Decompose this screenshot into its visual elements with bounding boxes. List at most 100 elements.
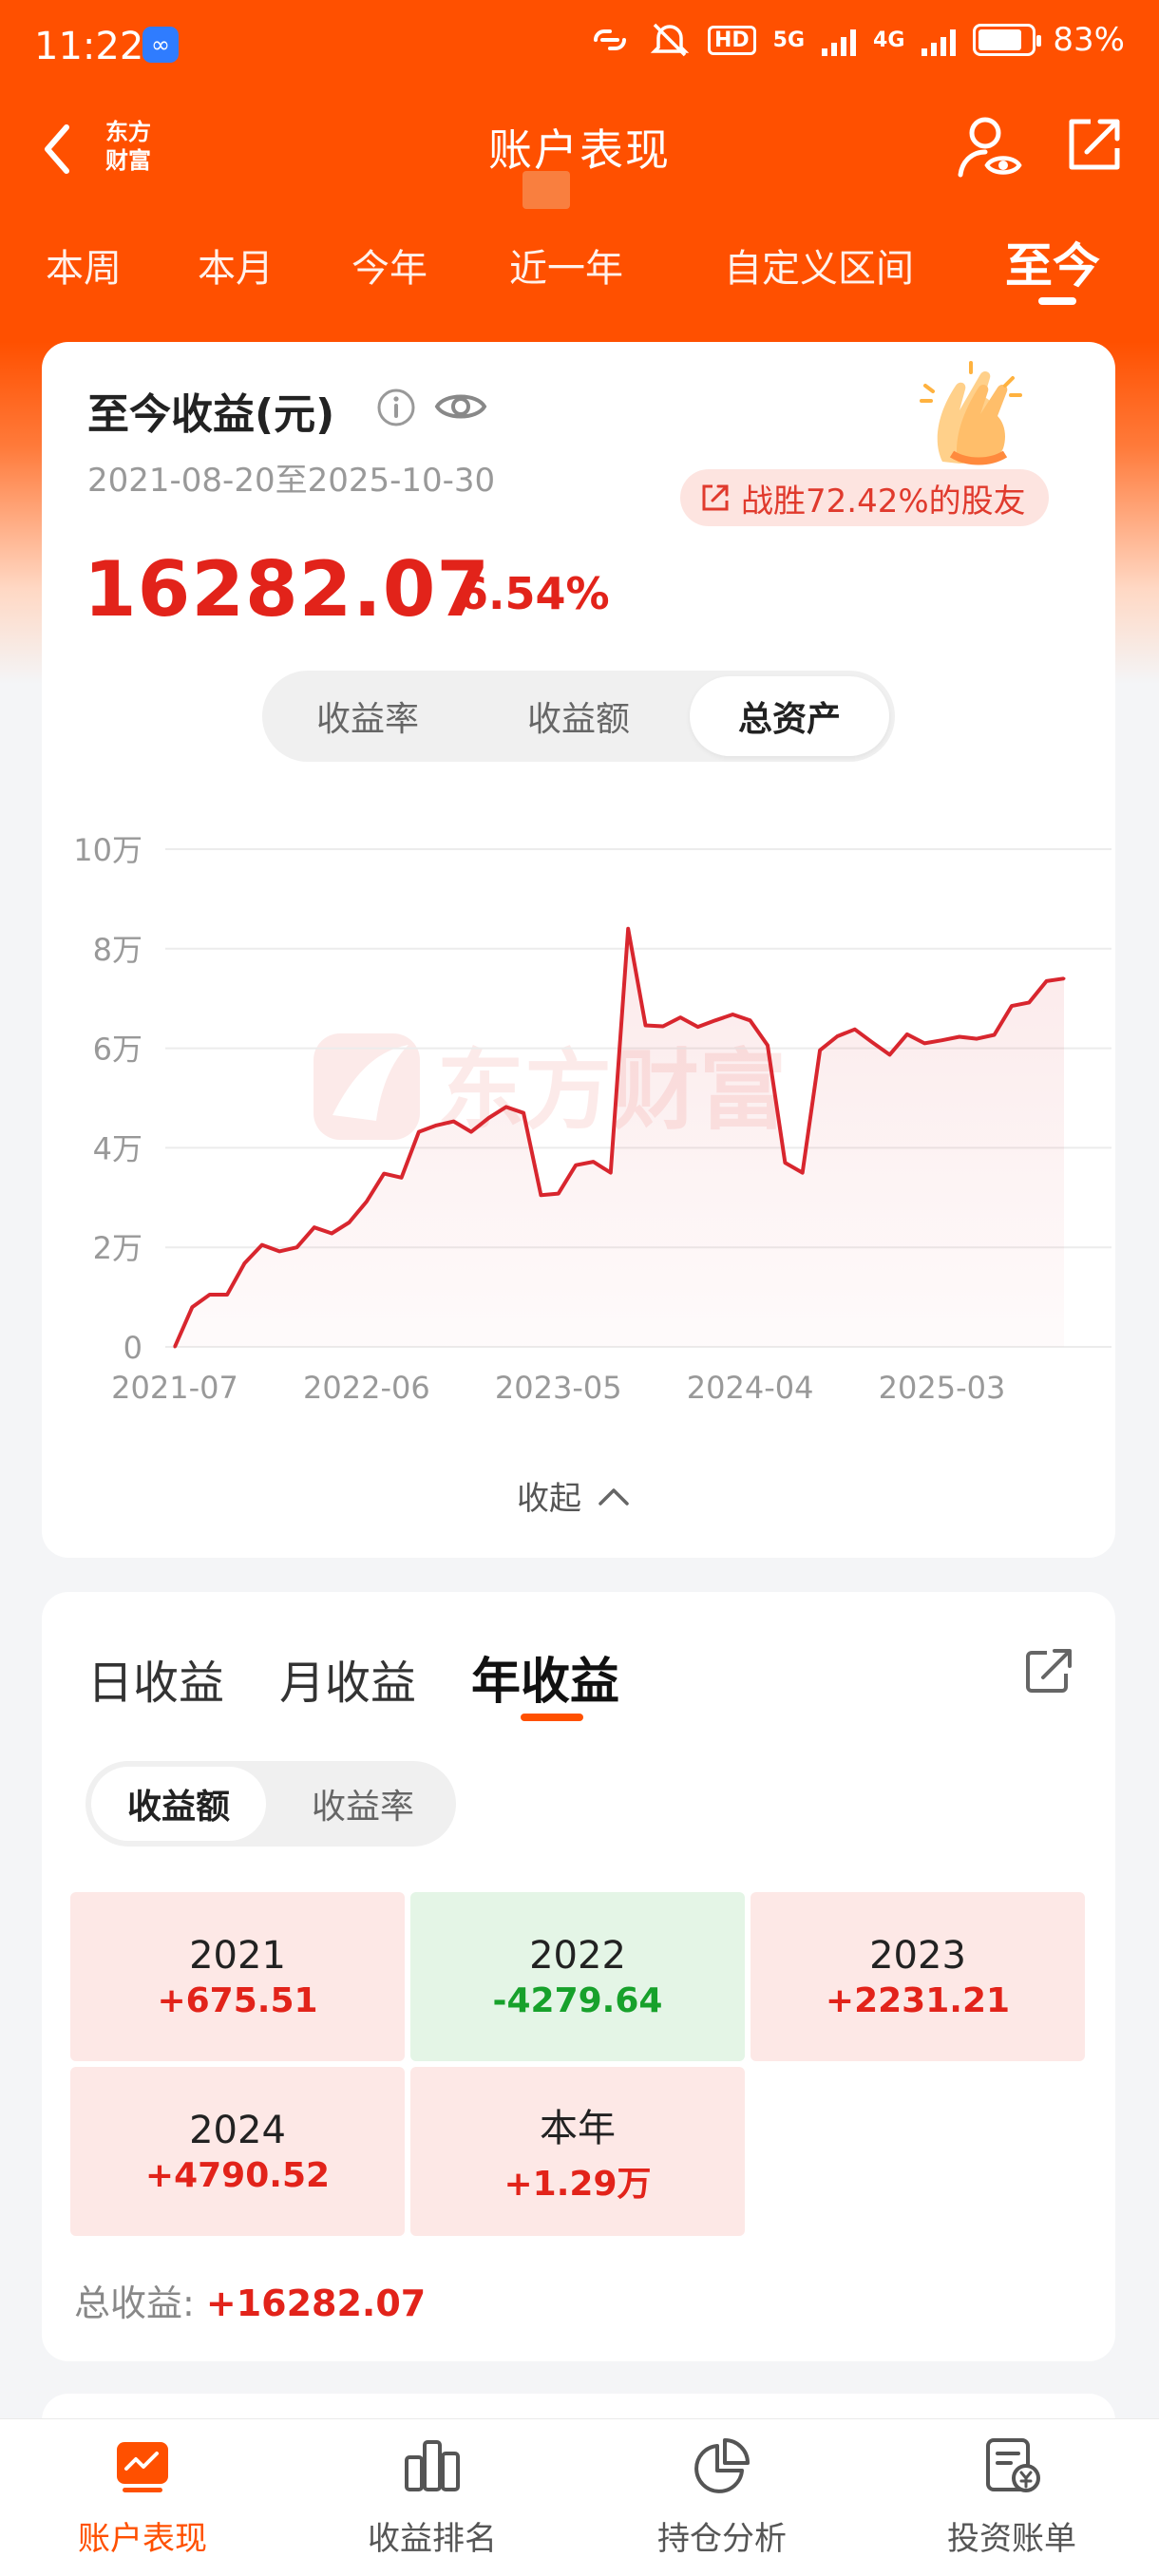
year-cell-2024[interactable]: 2024 +4790.52	[70, 2067, 405, 2236]
nav-investment-bill[interactable]: 投资账单	[869, 2433, 1154, 2559]
data-point	[557, 1192, 560, 1196]
data-point	[452, 1120, 456, 1124]
segment-total-assets[interactable]: 总资产	[690, 676, 889, 756]
data-point	[592, 1160, 595, 1164]
data-point	[905, 1032, 909, 1036]
year-value: +2231.21	[825, 1980, 1011, 2020]
asset-line-chart[interactable]: 0 2万 4万 6万 8万 10万 2021-07 2022-06 2023-05 2024-04…	[42, 798, 1115, 1406]
data-point	[400, 1176, 404, 1180]
y-tick-label: 6万	[93, 1032, 142, 1068]
tab-to-date[interactable]: 至今	[1005, 228, 1100, 296]
tab-yearly-return[interactable]: 年收益	[471, 1641, 619, 1713]
pie-chart-icon	[694, 2438, 750, 2493]
chevron-up-icon	[598, 1487, 629, 1506]
data-point	[295, 1245, 298, 1249]
data-point	[522, 1111, 525, 1115]
beat-percentage-badge[interactable]: 战胜72.42%的股友	[680, 469, 1049, 526]
data-point	[417, 1130, 421, 1134]
x-tick-label: 2023-05	[495, 1370, 622, 1406]
network-5g-label: 5G	[772, 28, 806, 52]
nav-return-ranking[interactable]: 收益排名	[290, 2433, 575, 2559]
data-point	[277, 1249, 281, 1253]
network-4g-label: 4G	[873, 28, 905, 52]
data-point	[626, 927, 630, 931]
data-point	[260, 1243, 264, 1247]
data-point	[975, 1037, 978, 1041]
data-point	[539, 1193, 542, 1197]
periodic-returns-card: 日收益 月收益 年收益 收益额 收益率 2021 +675.51 2022 -4…	[42, 1592, 1115, 2361]
clapping-hands-icon	[920, 361, 1022, 465]
total-profit-amount: 16282.07	[84, 545, 491, 634]
total-profit-rate: 6.54%	[458, 568, 610, 619]
data-point	[313, 1225, 316, 1229]
total-return-value: +16282.07	[205, 2282, 427, 2324]
x-tick-label: 2021-07	[111, 1370, 238, 1406]
data-point	[661, 1025, 665, 1028]
data-point	[330, 1232, 333, 1235]
info-icon[interactable]	[376, 388, 416, 427]
data-point	[835, 1034, 839, 1038]
year-cell-2023[interactable]: 2023 +2231.21	[750, 1892, 1085, 2061]
mute-icon	[650, 23, 690, 57]
year-label: 2024	[189, 2108, 286, 2152]
tab-this-year[interactable]: 今年	[352, 237, 428, 293]
series-area	[175, 928, 1064, 1347]
nav-label: 持仓分析	[657, 2520, 787, 2558]
x-tick-label: 2024-04	[687, 1370, 814, 1406]
data-point	[731, 1013, 734, 1016]
hotspot-link-icon	[593, 29, 626, 50]
year-label: 2023	[869, 1933, 966, 1978]
tab-this-month[interactable]: 本月	[198, 237, 274, 293]
bill-icon	[986, 2438, 1040, 2492]
data-point	[365, 1200, 369, 1203]
year-cell-2022[interactable]: 2022 -4279.64	[410, 1892, 745, 2061]
data-point	[469, 1130, 473, 1134]
segment-return-rate[interactable]: 收益率	[268, 676, 467, 756]
data-point	[783, 1161, 787, 1165]
y-tick-label: 2万	[93, 1230, 142, 1266]
ranking-icon	[405, 2440, 460, 2491]
tab-custom-range[interactable]: 自定义区间	[724, 237, 914, 293]
data-point	[348, 1221, 351, 1224]
segment-rate[interactable]: 收益率	[276, 1767, 450, 1841]
chart-metric-segment: 收益率 收益额 总资产	[262, 671, 895, 762]
year-cell-current[interactable]: 本年 +1.29万	[410, 2067, 745, 2236]
total-return-row: 总收益: +16282.07	[74, 2274, 426, 2326]
data-point	[434, 1124, 438, 1127]
segment-return-amount[interactable]: 收益额	[479, 676, 678, 756]
data-point	[801, 1171, 805, 1175]
data-point	[574, 1164, 578, 1167]
collapse-button[interactable]: 收起	[517, 1472, 631, 1519]
data-point	[208, 1293, 212, 1297]
eye-icon[interactable]	[433, 384, 488, 429]
y-tick-label: 0	[124, 1330, 142, 1366]
x-tick-label: 2022-06	[303, 1370, 430, 1406]
year-cell-2021[interactable]: 2021 +675.51	[70, 1892, 405, 2061]
export-icon[interactable]	[1022, 1643, 1075, 1696]
tab-past-year[interactable]: 近一年	[509, 237, 623, 293]
yearly-return-grid: 2021 +675.51 2022 -4279.64 2023 +2231.21…	[70, 1892, 1087, 2236]
nav-label: 收益排名	[368, 2520, 497, 2558]
y-tick-label: 4万	[93, 1130, 142, 1166]
data-point	[993, 1033, 997, 1036]
tab-this-week[interactable]: 本周	[46, 237, 122, 293]
year-value: +4790.52	[144, 2155, 331, 2195]
nav-holding-analysis[interactable]: 持仓分析	[580, 2433, 864, 2559]
nav-label: 投资账单	[947, 2520, 1076, 2558]
tab-daily-return[interactable]: 日收益	[87, 1645, 224, 1712]
data-point	[713, 1018, 717, 1022]
data-point	[853, 1028, 857, 1032]
yearly-metric-segment: 收益额 收益率	[86, 1761, 456, 1847]
nav-label: 账户表现	[78, 2520, 207, 2558]
year-label: 2021	[189, 1933, 286, 1978]
segment-amount[interactable]: 收益额	[91, 1767, 266, 1841]
tab-monthly-return[interactable]: 月收益	[279, 1645, 416, 1712]
data-point	[1062, 976, 1066, 980]
user-visibility-icon[interactable]	[955, 112, 1025, 182]
nav-account-performance[interactable]: 账户表现	[0, 2433, 285, 2559]
share-icon[interactable]	[1062, 114, 1125, 177]
data-point	[382, 1172, 386, 1176]
data-point	[870, 1040, 874, 1044]
date-range: 2021-08-20至2025-10-30	[87, 462, 496, 500]
title-badge	[522, 171, 570, 209]
